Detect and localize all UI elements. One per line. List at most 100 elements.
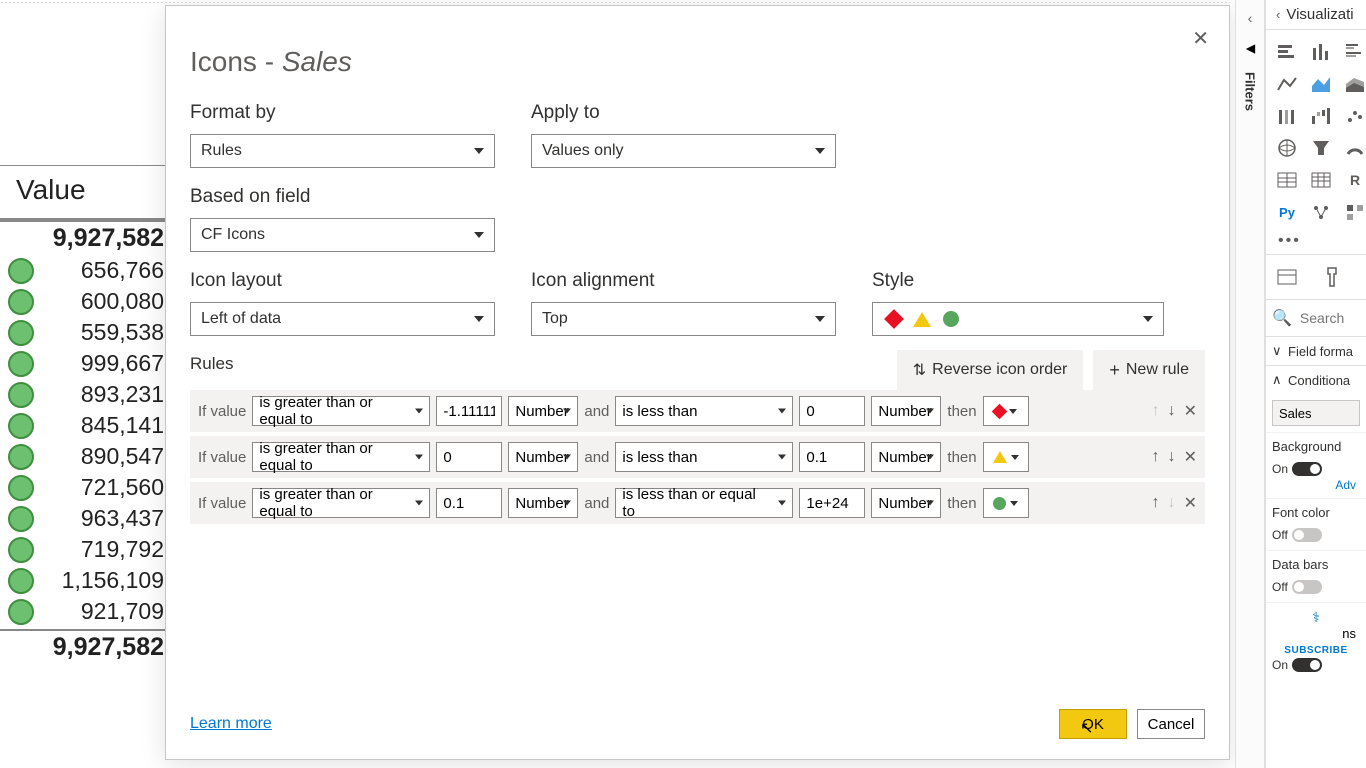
format-by-select[interactable]: Rules — [190, 134, 495, 168]
rule-op2-select[interactable]: is less than — [615, 442, 793, 472]
format-by-label: Format by — [190, 102, 495, 124]
close-icon[interactable]: ✕ — [1192, 26, 1209, 51]
format-search[interactable]: 🔍 — [1266, 299, 1366, 336]
background-table: Value 9,927,582 656,766600,080559,538999… — [0, 165, 170, 664]
search-input[interactable] — [1298, 309, 1358, 327]
rule-op1-select[interactable]: is greater than or equal to — [252, 442, 430, 472]
conditional-field-select[interactable]: Sales — [1272, 400, 1360, 426]
r-visual-icon[interactable]: R — [1342, 168, 1366, 192]
background-advanced-link[interactable]: Adv — [1272, 478, 1360, 492]
table-row: 999,667 — [0, 348, 170, 379]
filters-pane-collapsed[interactable]: ‹ ▼ Filters — [1235, 0, 1265, 768]
chevron-left-icon[interactable]: ‹ — [1276, 7, 1280, 22]
data-bars-label: Data bars — [1272, 557, 1360, 572]
ribbon-chart-icon[interactable] — [1274, 104, 1300, 128]
search-icon: 🔍 — [1272, 308, 1292, 328]
style-select[interactable] — [872, 302, 1164, 336]
table-total-top: 9,927,582 — [0, 222, 170, 255]
move-down-icon[interactable]: ↓ — [1168, 402, 1176, 420]
python-visual-icon[interactable]: Py — [1274, 200, 1300, 224]
diamond-icon — [992, 403, 1008, 419]
data-bars-toggle[interactable]: Off — [1272, 580, 1322, 594]
learn-more-link[interactable]: Learn more — [190, 715, 272, 733]
icon-alignment-label: Icon alignment — [531, 270, 836, 292]
rule-value2-input[interactable] — [799, 442, 865, 472]
delete-rule-icon[interactable]: ✕ — [1184, 447, 1197, 467]
table-row: 559,538 — [0, 317, 170, 348]
rule-value1-input[interactable] — [436, 442, 502, 472]
plus-icon: + — [1109, 360, 1120, 381]
rule-type1-select[interactable]: Number — [508, 396, 578, 426]
cancel-button[interactable]: Cancel — [1137, 709, 1205, 739]
then-label: then — [947, 449, 976, 466]
apply-to-select[interactable]: Values only — [531, 134, 836, 168]
icons-toggle[interactable]: On — [1272, 658, 1322, 672]
delete-rule-icon[interactable]: ✕ — [1184, 493, 1197, 513]
background-color-toggle[interactable]: On — [1272, 462, 1322, 476]
table-icon[interactable] — [1274, 168, 1300, 192]
rule-op1-select[interactable]: is greater than or equal to — [252, 488, 430, 518]
status-circle-icon — [8, 506, 34, 532]
line-chart-icon[interactable] — [1274, 72, 1300, 96]
gauge-icon[interactable] — [1342, 136, 1366, 160]
table-row: 721,560 — [0, 472, 170, 503]
table-row: 600,080 — [0, 286, 170, 317]
section-field-formatting[interactable]: ∨Field forma — [1266, 336, 1366, 365]
rule-icon-picker[interactable] — [983, 488, 1029, 518]
font-color-toggle[interactable]: Off — [1272, 528, 1322, 542]
move-up-icon[interactable]: ↑ — [1152, 494, 1160, 512]
fields-tab-icon[interactable] — [1274, 265, 1300, 289]
more-visuals-icon[interactable]: ••• — [1274, 232, 1366, 250]
rule-icon-picker[interactable] — [983, 442, 1029, 472]
icon-layout-label: Icon layout — [190, 270, 495, 292]
rule-op1-select[interactable]: is greater than or equal to — [252, 396, 430, 426]
delete-rule-icon[interactable]: ✕ — [1184, 401, 1197, 421]
based-on-label: Based on field — [190, 186, 495, 208]
rule-value2-input[interactable] — [799, 396, 865, 426]
style-label: Style — [872, 270, 1164, 292]
icon-layout-select[interactable]: Left of data — [190, 302, 495, 336]
channel-logo-icon: ⚕ — [1272, 609, 1360, 626]
filters-label: Filters — [1243, 72, 1258, 111]
icon-alignment-select[interactable]: Top — [531, 302, 836, 336]
waterfall-icon[interactable] — [1308, 104, 1334, 128]
scatter-icon[interactable] — [1342, 104, 1366, 128]
rule-type2-select[interactable]: Number — [871, 442, 941, 472]
section-conditional-formatting[interactable]: ∧Conditiona — [1266, 365, 1366, 394]
decomposition-icon[interactable] — [1342, 200, 1366, 224]
stacked-column-icon[interactable] — [1308, 40, 1334, 64]
format-tab-icon[interactable] — [1320, 265, 1346, 289]
then-label: then — [947, 495, 976, 512]
rule-value2-input[interactable] — [799, 488, 865, 518]
matrix-icon[interactable] — [1308, 168, 1334, 192]
filled-map-icon[interactable] — [1274, 136, 1300, 160]
rule-icon-picker[interactable] — [983, 396, 1029, 426]
status-circle-icon — [8, 320, 34, 346]
move-up-icon: ↑ — [1152, 402, 1160, 420]
dotted-resize-top — [0, 1, 1230, 3]
rule-value1-input[interactable] — [436, 488, 502, 518]
based-on-select[interactable]: CF Icons — [190, 218, 495, 252]
move-up-icon[interactable]: ↑ — [1152, 448, 1160, 466]
table-row: 845,141 — [0, 410, 170, 441]
rule-type2-select[interactable]: Number — [871, 396, 941, 426]
rule-op2-select[interactable]: is less than or equal to — [615, 488, 793, 518]
ok-button[interactable]: OK↖ — [1059, 709, 1127, 739]
chevron-left-icon[interactable]: ‹ — [1248, 10, 1253, 26]
reverse-icon-order-button[interactable]: ⇅Reverse icon order — [897, 350, 1084, 390]
stacked-area-icon[interactable] — [1342, 72, 1366, 96]
funnel-icon[interactable] — [1308, 136, 1334, 160]
diamond-icon — [884, 309, 904, 329]
rule-value1-input[interactable] — [436, 396, 502, 426]
key-influencers-icon[interactable] — [1308, 200, 1334, 224]
area-chart-icon[interactable] — [1308, 72, 1334, 96]
stacked-bar-icon[interactable] — [1274, 40, 1300, 64]
table-row: 656,766 — [0, 255, 170, 286]
move-down-icon[interactable]: ↓ — [1168, 448, 1176, 466]
new-rule-button[interactable]: +New rule — [1093, 350, 1205, 390]
rule-type1-select[interactable]: Number — [508, 442, 578, 472]
rule-op2-select[interactable]: is less than — [615, 396, 793, 426]
rule-type2-select[interactable]: Number — [871, 488, 941, 518]
clustered-bar-icon[interactable] — [1342, 40, 1366, 64]
rule-type1-select[interactable]: Number — [508, 488, 578, 518]
